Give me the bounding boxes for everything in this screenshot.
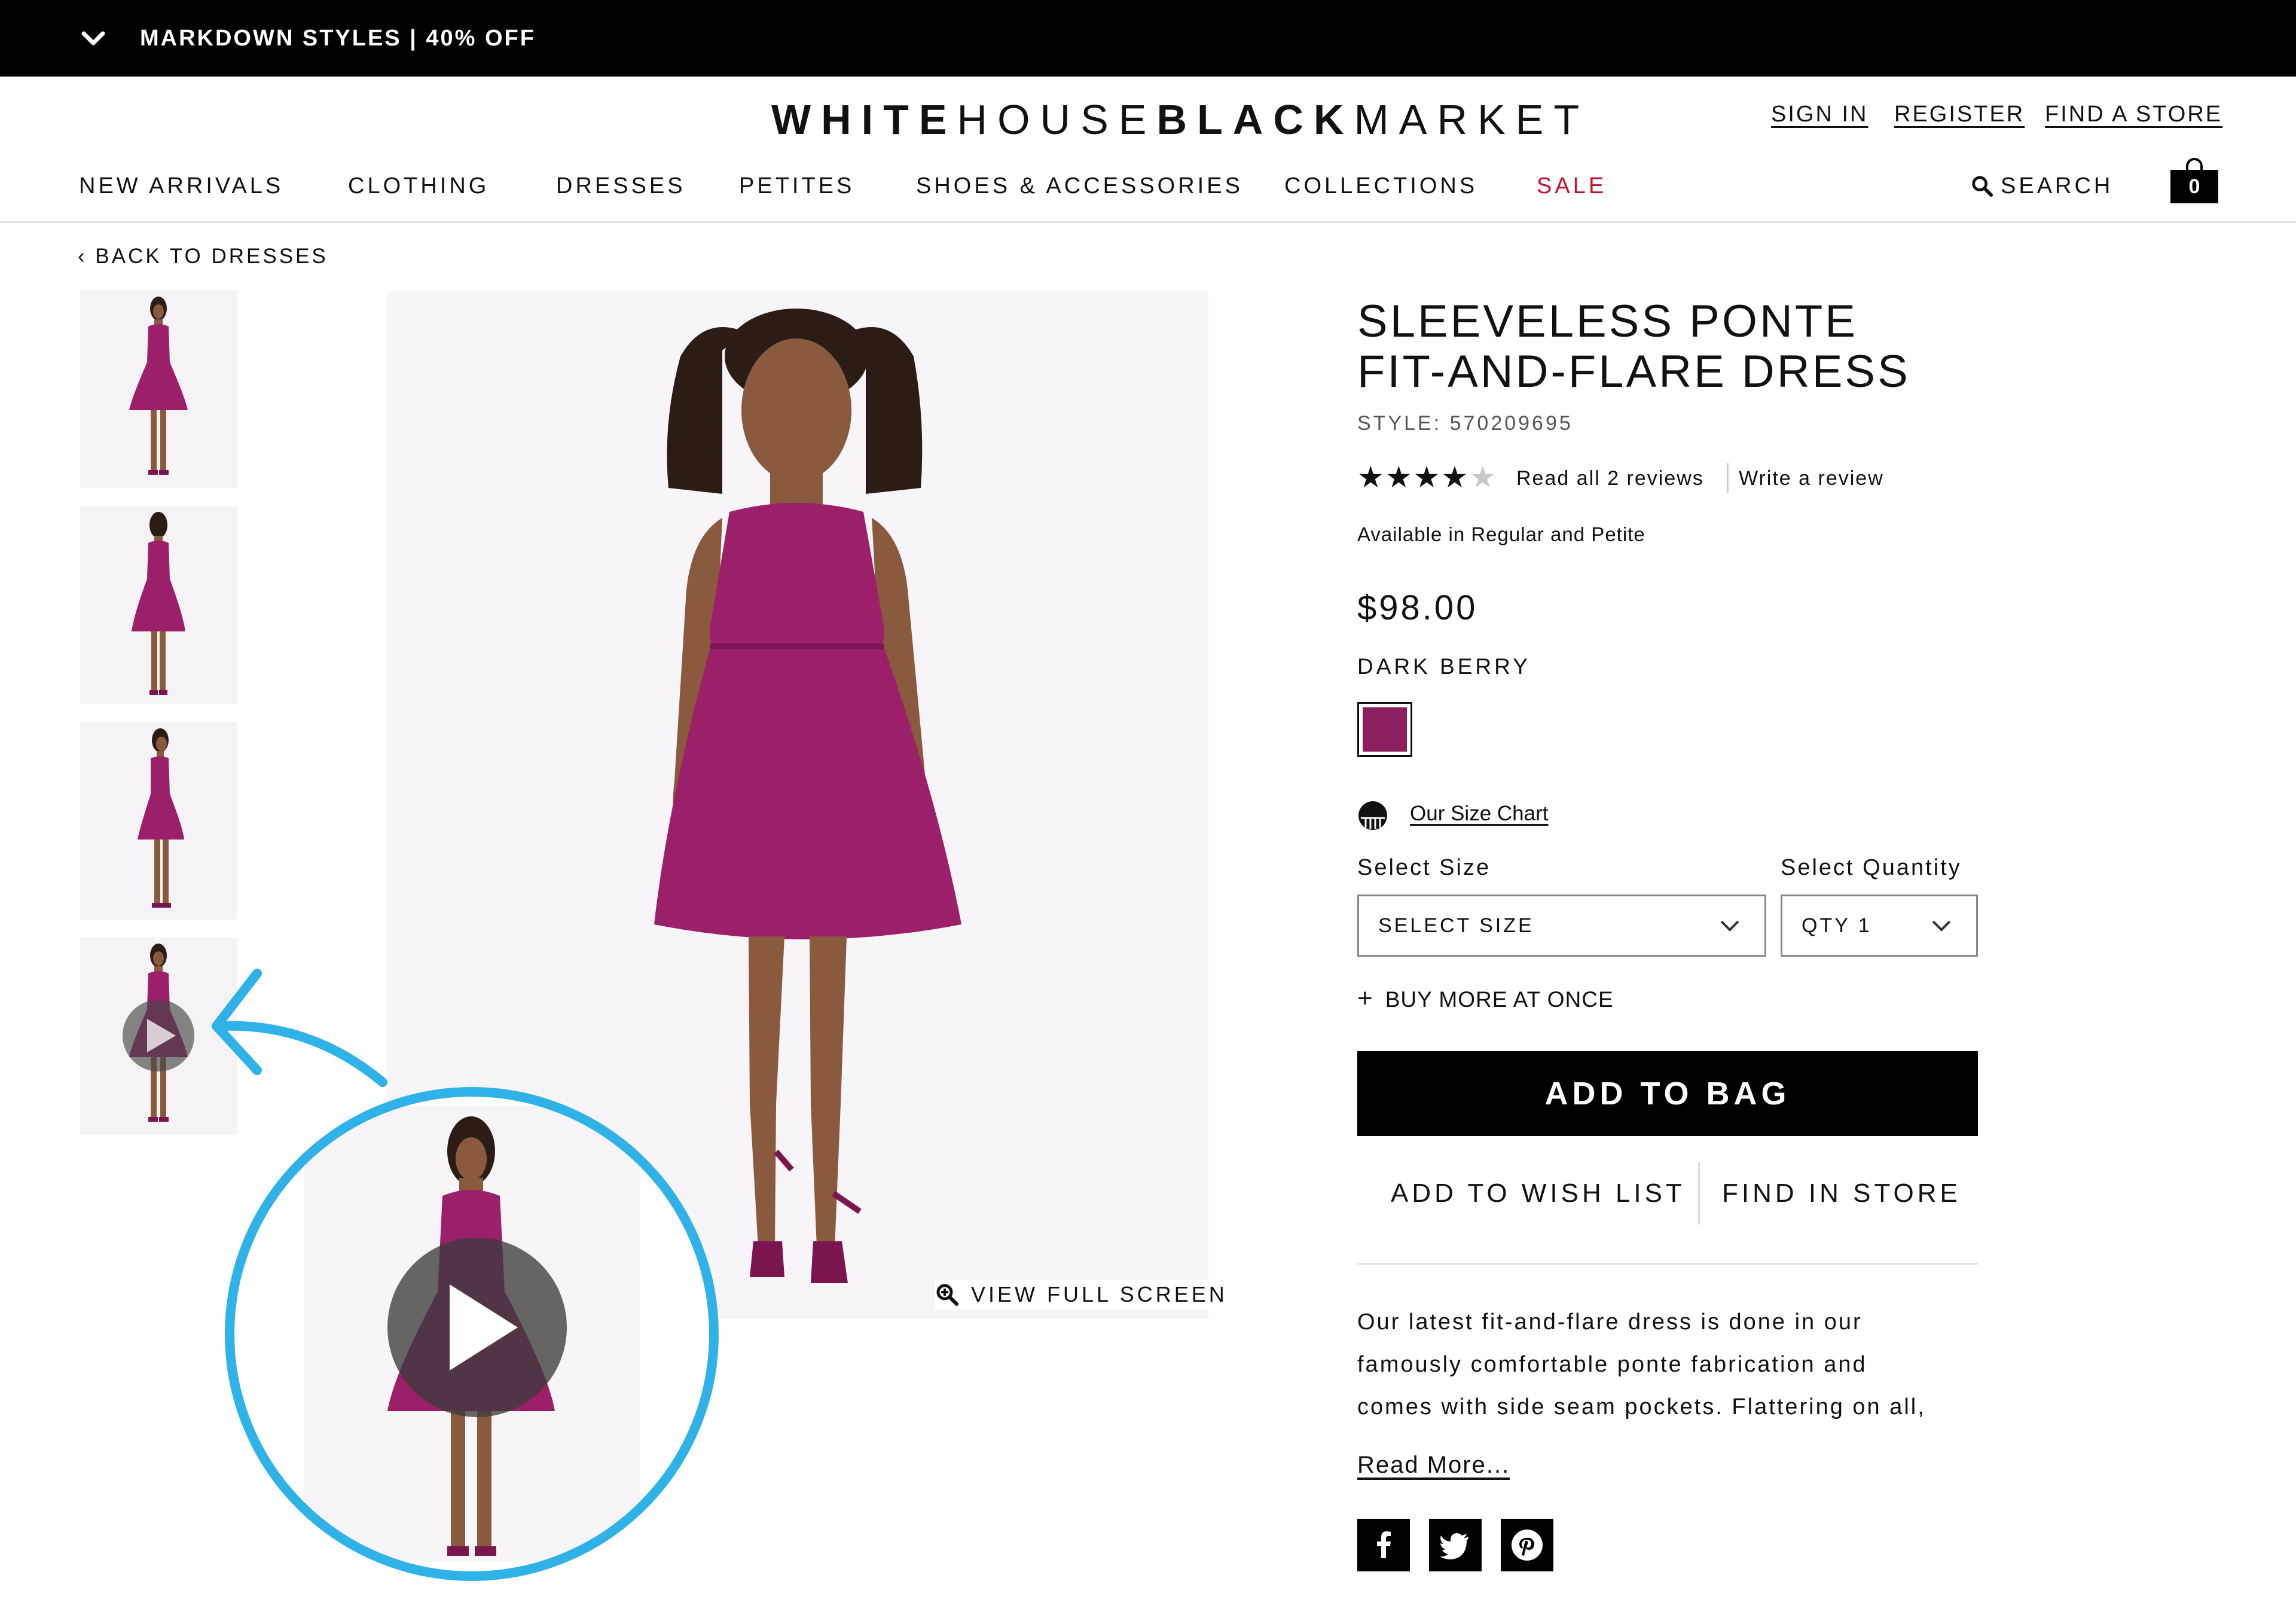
nav-sale[interactable]: SALE [1537, 171, 1607, 201]
view-full-screen-label: VIEW FULL SCREEN [971, 1282, 1228, 1306]
read-reviews-link[interactable]: Read all 2 reviews [1516, 464, 1704, 493]
nav-new-arrivals[interactable]: NEW ARRIVALS [79, 171, 283, 201]
header-divider [0, 221, 2296, 223]
dress-figure-image [129, 297, 188, 475]
swatch-fill [1363, 707, 1407, 752]
promo-bar[interactable]: MARKDOWN STYLES | 40% OFF [0, 0, 2296, 77]
star-empty-icon: ★ [1469, 460, 1497, 494]
find-in-store-button[interactable]: FIND IN STORE [1722, 1176, 1961, 1211]
promo-text[interactable]: MARKDOWN STYLES | 40% OFF [140, 23, 536, 54]
star-icon: ★ [1441, 460, 1468, 494]
add-to-wish-list-button[interactable]: ADD TO WISH LIST [1391, 1176, 1686, 1211]
gallery-thumbnail-side[interactable] [80, 722, 237, 920]
logo-house: HOUSE [957, 96, 1157, 143]
actions-divider [1698, 1162, 1700, 1225]
search-label: SEARCH [2001, 173, 2114, 199]
size-select-value: SELECT SIZE [1378, 914, 1534, 937]
select-quantity-label: Select Quantity [1781, 855, 1962, 880]
callout-ring [225, 1087, 719, 1581]
description-line: Our latest fit-and-flare dress is done i… [1357, 1309, 1863, 1335]
buy-more-label: BUY MORE AT ONCE [1385, 987, 1614, 1012]
quantity-select-value: QTY 1 [1802, 914, 1872, 937]
select-size-label: Select Size [1357, 855, 1491, 880]
description-divider [1357, 1263, 1978, 1265]
nav-clothing[interactable]: CLOTHING [348, 171, 489, 201]
nav-dresses[interactable]: DRESSES [556, 171, 686, 201]
gallery-thumbnail-back[interactable] [80, 507, 237, 704]
find-a-store-link[interactable]: FIND A STORE [2045, 99, 2222, 129]
search-button[interactable]: SEARCH [1971, 171, 2113, 201]
logo-white: WHITE [771, 96, 957, 143]
zoom-icon [936, 1284, 958, 1306]
dress-figure-image [138, 728, 184, 908]
size-chart-link[interactable]: Our Size Chart [1410, 799, 1548, 829]
product-style-number: STYLE: 570209695 [1357, 412, 1573, 435]
description-line: comes with side seam pockets. Flattering… [1357, 1394, 1926, 1420]
dress-figure-image [132, 512, 185, 695]
view-full-screen-button[interactable]: VIEW FULL SCREEN [935, 1280, 1228, 1309]
logo-black: BLACK [1156, 96, 1354, 143]
nav-shoes-accessories[interactable]: SHOES & ACCESSORIES [916, 171, 1243, 201]
nav-petites[interactable]: PETITES [739, 171, 854, 201]
nav-collections[interactable]: COLLECTIONS [1284, 171, 1477, 201]
quantity-select[interactable]: QTY 1 [1781, 895, 1978, 957]
twitter-share-button[interactable] [1429, 1519, 1482, 1571]
chevron-down-icon [1720, 920, 1739, 932]
shopping-bag-button[interactable]: 0 [2170, 157, 2218, 203]
pinterest-share-button[interactable] [1501, 1519, 1553, 1571]
star-icon: ★ [1385, 460, 1412, 494]
gallery-thumbnail-video[interactable] [80, 938, 237, 1135]
twitter-icon [1440, 1533, 1468, 1559]
facebook-icon [1377, 1531, 1391, 1558]
product-title: SLEEVELESS PONTE FIT-AND-FLARE DRESS [1357, 296, 1910, 397]
read-more-link[interactable]: Read More... [1357, 1448, 1510, 1482]
write-review-link[interactable]: Write a review [1739, 464, 1884, 493]
chevron-down-icon [1932, 920, 1951, 932]
back-to-dresses-link[interactable]: ‹ BACK TO DRESSES [78, 242, 328, 271]
size-select[interactable]: SELECT SIZE [1357, 895, 1766, 957]
logo-market: MARKET [1354, 96, 1590, 143]
product-price: $98.00 [1357, 588, 1478, 627]
plus-icon: + [1357, 984, 1373, 1013]
add-to-bag-button[interactable]: ADD TO BAG [1357, 1051, 1978, 1136]
description-line: famously comfortable ponte fabrication a… [1357, 1352, 1867, 1377]
chevron-down-icon[interactable] [78, 23, 109, 54]
brand-logo[interactable]: WHITEHOUSEBLACKMARKET [771, 96, 1579, 144]
availability-text: Available in Regular and Petite [1357, 523, 1645, 545]
color-name: DARK BERRY [1357, 654, 1531, 679]
star-icon: ★ [1413, 460, 1440, 494]
product-description: Our latest fit-and-flare dress is done i… [1357, 1301, 1973, 1428]
buy-more-at-once-toggle[interactable]: + BUY MORE AT ONCE [1357, 983, 1614, 1015]
facebook-share-button[interactable] [1357, 1519, 1410, 1571]
register-link[interactable]: REGISTER [1894, 99, 2025, 129]
pinterest-icon [1512, 1530, 1543, 1561]
color-swatch-dark-berry[interactable] [1357, 702, 1412, 757]
bag-count: 0 [2170, 170, 2218, 203]
rating-stars[interactable]: ★ ★ ★ ★ ★ [1357, 460, 1496, 494]
search-icon [1972, 176, 1993, 197]
star-icon: ★ [1357, 460, 1384, 494]
reviews-divider [1727, 463, 1729, 493]
gallery-thumbnail-front[interactable] [80, 291, 237, 488]
sign-in-link[interactable]: SIGN IN [1771, 99, 1868, 129]
size-chart-icon[interactable] [1357, 800, 1388, 831]
dress-figure-image [123, 944, 194, 1122]
